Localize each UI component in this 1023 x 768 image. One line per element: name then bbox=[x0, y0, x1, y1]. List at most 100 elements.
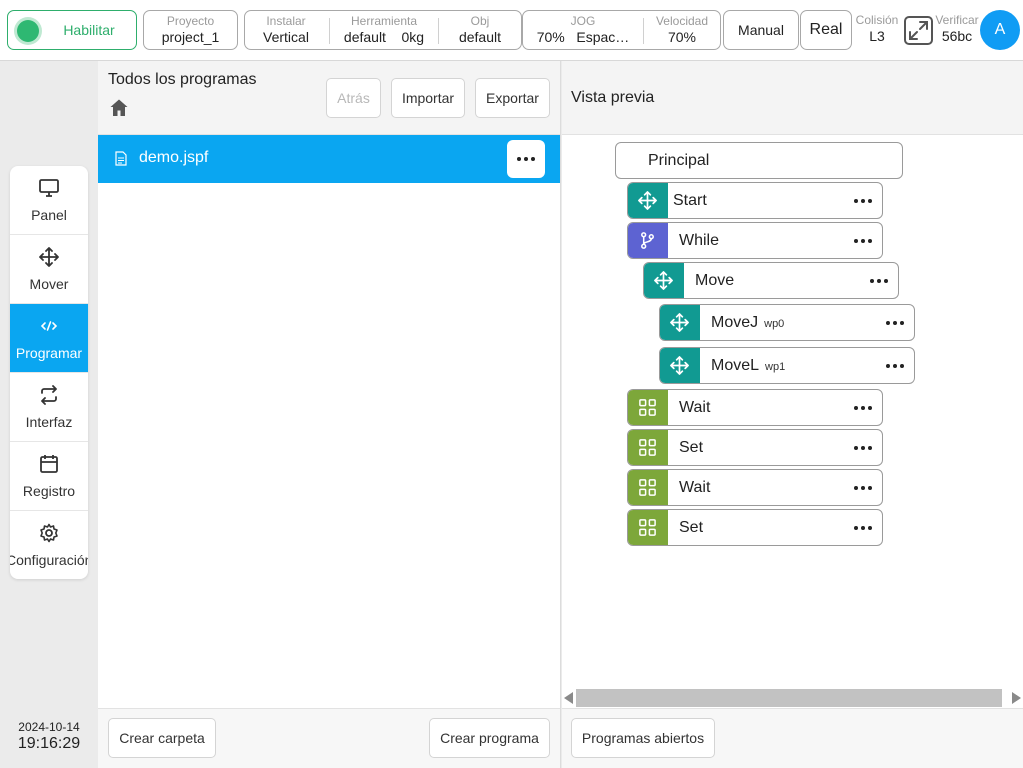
tree-node-wait[interactable]: Wait bbox=[627, 389, 883, 426]
node-name: MoveL bbox=[711, 357, 760, 374]
more-icon bbox=[880, 363, 910, 368]
node-label: Set bbox=[679, 439, 703, 457]
swap-icon bbox=[41, 385, 57, 405]
tree-node-move[interactable]: Move bbox=[643, 262, 899, 299]
code-icon bbox=[40, 321, 58, 331]
nav-item-label: Programar bbox=[15, 345, 83, 361]
import-button[interactable]: Importar bbox=[391, 78, 465, 118]
obj-label: Obj bbox=[470, 14, 490, 28]
node-more-button[interactable] bbox=[848, 470, 878, 505]
waypoint-label: wp1 bbox=[765, 361, 786, 373]
top-bar: Habilitar Proyecto project_1 Instalar Ve… bbox=[0, 0, 1023, 61]
real-button[interactable]: Real bbox=[800, 10, 852, 50]
enable-label: Habilitar bbox=[63, 22, 115, 38]
file-more-button[interactable] bbox=[507, 140, 545, 178]
program-browser: Todos los programas Atrás Importar Expor… bbox=[98, 61, 561, 768]
node-label: Set bbox=[679, 519, 703, 537]
move-icon bbox=[660, 348, 700, 383]
node-label: Wait bbox=[679, 399, 710, 417]
jog-speed-group[interactable]: JOG 70% Espac… Velocidad 70% bbox=[522, 10, 721, 50]
node-name: Set bbox=[679, 519, 704, 536]
node-label: Move bbox=[695, 272, 734, 290]
tree-node-start[interactable]: Start bbox=[627, 182, 883, 219]
tree-node-wait[interactable]: Wait bbox=[627, 469, 883, 506]
horizontal-scrollbar[interactable] bbox=[562, 688, 1023, 708]
collision-status[interactable]: Colisión L3 bbox=[854, 13, 900, 45]
more-icon bbox=[848, 238, 878, 243]
tool-value: default 0kg bbox=[330, 28, 438, 46]
node-more-button[interactable] bbox=[880, 305, 910, 340]
calendar-icon bbox=[40, 455, 58, 473]
grid-icon bbox=[628, 390, 668, 425]
node-name: While bbox=[679, 232, 720, 249]
jog-label: JOG bbox=[570, 14, 596, 28]
nav-item-label: Configuración bbox=[10, 552, 88, 568]
node-label: MoveJ wp0 bbox=[711, 314, 784, 332]
open-programs-button[interactable]: Programas abiertos bbox=[571, 718, 715, 758]
scroll-right-icon[interactable] bbox=[1012, 692, 1021, 704]
tool-label: Herramienta bbox=[350, 14, 418, 28]
tree-node-movej[interactable]: MoveJ wp0 bbox=[659, 304, 915, 341]
enable-button[interactable]: Habilitar bbox=[7, 10, 137, 50]
file-icon bbox=[115, 151, 127, 166]
home-icon[interactable] bbox=[109, 98, 129, 118]
speed-label: Velocidad bbox=[655, 14, 709, 28]
project-selector[interactable]: Proyecto project_1 bbox=[143, 10, 238, 50]
file-name: demo.jspf bbox=[139, 149, 209, 166]
back-button[interactable]: Atrás bbox=[326, 78, 381, 118]
nav-item-settings[interactable]: Configuración bbox=[10, 511, 88, 579]
node-more-button[interactable] bbox=[848, 183, 878, 218]
tree-node-movel[interactable]: MoveL wp1 bbox=[659, 347, 915, 384]
tree-node-set[interactable]: Set bbox=[627, 429, 883, 466]
more-icon bbox=[848, 525, 878, 530]
node-more-button[interactable] bbox=[864, 263, 894, 298]
node-name: Move bbox=[695, 272, 735, 289]
tool-name: default bbox=[343, 29, 386, 45]
install-tool-obj-group[interactable]: Instalar Vertical Herramienta default 0k… bbox=[244, 10, 522, 50]
tree-node-while[interactable]: While bbox=[627, 222, 883, 259]
grid-icon bbox=[628, 510, 668, 545]
manual-button[interactable]: Manual bbox=[723, 10, 799, 50]
collision-label: Colisión bbox=[855, 13, 899, 27]
node-more-button[interactable] bbox=[848, 430, 878, 465]
browser-title: Todos los programas bbox=[108, 71, 257, 88]
move-icon bbox=[660, 305, 700, 340]
verify-status[interactable]: Verificar 56bc bbox=[934, 13, 980, 45]
nav-item-interface[interactable]: Interfaz bbox=[10, 373, 88, 442]
more-icon bbox=[864, 278, 894, 283]
tree-root-label: Principal bbox=[648, 152, 710, 169]
preview-footer: Programas abiertos bbox=[562, 708, 1023, 768]
nav-item-label: Registro bbox=[22, 483, 76, 499]
export-button[interactable]: Exportar bbox=[475, 78, 550, 118]
node-more-button[interactable] bbox=[848, 223, 878, 258]
nav-item-log[interactable]: Registro bbox=[10, 442, 88, 511]
main-nav: Panel Mover Programar Interfaz Registro … bbox=[10, 166, 88, 579]
scroll-left-icon[interactable] bbox=[564, 692, 573, 704]
browser-header: Todos los programas Atrás Importar Expor… bbox=[98, 61, 560, 135]
node-more-button[interactable] bbox=[848, 390, 878, 425]
waypoint-label: wp0 bbox=[764, 318, 785, 330]
install-value: Vertical bbox=[263, 29, 309, 45]
node-more-button[interactable] bbox=[848, 510, 878, 545]
nav-item-panel[interactable]: Panel bbox=[10, 166, 88, 235]
project-label: Proyecto bbox=[166, 14, 215, 28]
gear-icon bbox=[40, 523, 58, 543]
create-program-button[interactable]: Crear programa bbox=[429, 718, 550, 758]
node-name: MoveJ bbox=[711, 314, 759, 331]
nav-item-program[interactable]: Programar bbox=[10, 304, 88, 373]
create-folder-button[interactable]: Crear carpeta bbox=[108, 718, 216, 758]
preview-title: Vista previa bbox=[571, 89, 655, 106]
time-text: 19:16:29 bbox=[17, 735, 81, 752]
file-row[interactable]: demo.jspf bbox=[98, 135, 560, 183]
node-more-button[interactable] bbox=[880, 348, 910, 383]
node-name: Set bbox=[679, 439, 704, 456]
more-icon bbox=[848, 445, 878, 450]
jog-mode: Espac… bbox=[576, 29, 630, 45]
scroll-thumb[interactable] bbox=[576, 689, 1002, 707]
nav-item-move[interactable]: Mover bbox=[10, 235, 88, 304]
tree-node-set[interactable]: Set bbox=[627, 509, 883, 546]
expand-icon[interactable] bbox=[904, 16, 933, 45]
tree-root-node[interactable]: Principal bbox=[615, 142, 903, 179]
obj-value: default bbox=[458, 29, 502, 45]
avatar[interactable]: A bbox=[980, 10, 1020, 50]
